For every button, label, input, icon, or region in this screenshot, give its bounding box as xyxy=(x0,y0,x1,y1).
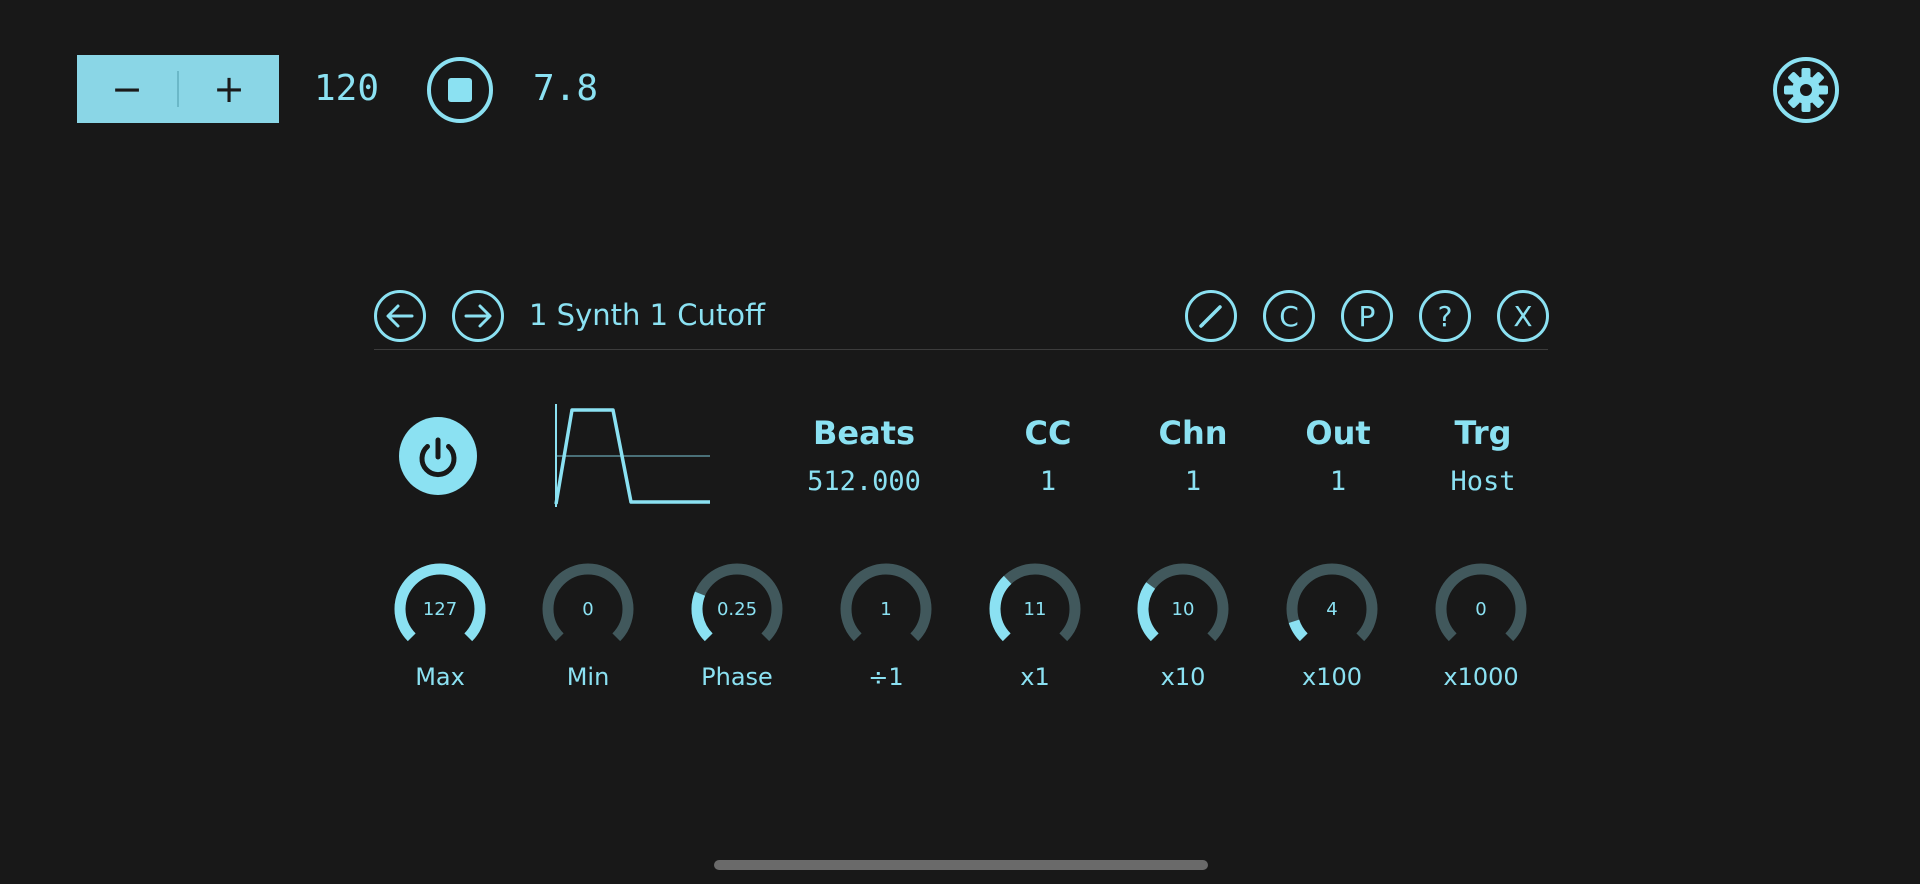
knob-label: ÷1 xyxy=(868,663,904,691)
power-toggle[interactable] xyxy=(398,416,478,496)
tempo-decrement-button[interactable]: − xyxy=(77,55,177,123)
arrow-right-icon xyxy=(452,290,504,342)
waveform-display[interactable] xyxy=(550,400,714,510)
stop-icon xyxy=(427,57,493,123)
knob-8[interactable]: 0 xyxy=(1433,561,1529,657)
knob-2[interactable]: 0 xyxy=(540,561,636,657)
knob-7[interactable]: 4 xyxy=(1284,561,1380,657)
param-beats-label: Beats xyxy=(812,414,916,452)
knob-6[interactable]: 10 xyxy=(1135,561,1231,657)
svg-text:P: P xyxy=(1359,300,1376,333)
knob-dial xyxy=(394,563,486,642)
knob-dial xyxy=(840,563,932,642)
header-divider xyxy=(374,349,1548,350)
tempo-stepper[interactable]: − + xyxy=(77,55,279,123)
knob-label: Phase xyxy=(701,663,773,691)
next-button[interactable] xyxy=(451,289,505,343)
svg-text:?: ? xyxy=(1438,300,1453,333)
param-chn-label: Chn xyxy=(1158,414,1228,452)
svg-text:C: C xyxy=(1279,300,1299,333)
paste-button[interactable]: P xyxy=(1340,289,1394,343)
arrow-left-icon xyxy=(374,290,426,342)
stop-button[interactable] xyxy=(426,56,494,124)
param-chn-value[interactable]: 1 xyxy=(1185,466,1201,497)
knob-label: x100 xyxy=(1301,663,1363,691)
knob-dial xyxy=(1137,563,1229,642)
param-trg-label: Trg xyxy=(1454,414,1512,452)
tempo-value: 120 xyxy=(314,68,380,109)
knob-dial xyxy=(1435,563,1527,642)
knob-dial xyxy=(989,563,1081,642)
knob-label: x1000 xyxy=(1443,663,1519,691)
knob-1[interactable]: 127 xyxy=(392,561,488,657)
c-icon: C xyxy=(1263,290,1315,342)
knob-dial xyxy=(691,563,783,642)
param-beats-value[interactable]: 512.000 xyxy=(807,466,921,497)
edit-button[interactable] xyxy=(1184,289,1238,343)
knob-label: Max xyxy=(415,663,465,691)
param-cc-value[interactable]: 1 xyxy=(1040,466,1056,497)
gear-icon xyxy=(1773,57,1839,123)
settings-button[interactable] xyxy=(1772,56,1840,124)
knob-3[interactable]: 0.25 xyxy=(689,561,785,657)
knob-dial xyxy=(542,563,634,642)
home-indicator xyxy=(714,860,1208,870)
knob-label: x10 xyxy=(1160,663,1206,691)
envelope-waveform xyxy=(554,404,710,507)
pencil-icon xyxy=(1185,290,1237,342)
knob-5[interactable]: 11 xyxy=(987,561,1083,657)
power-icon xyxy=(399,417,477,495)
x-icon: X xyxy=(1497,290,1549,342)
svg-text:X: X xyxy=(1513,300,1532,333)
param-out-value[interactable]: 1 xyxy=(1330,466,1346,497)
p-icon: P xyxy=(1341,290,1393,342)
playhead-position: 7.8 xyxy=(533,68,599,109)
knob-label: Min xyxy=(566,663,610,691)
tempo-increment-button[interactable]: + xyxy=(179,55,279,123)
question-icon: ? xyxy=(1419,290,1471,342)
param-trg-value[interactable]: Host xyxy=(1450,466,1515,497)
param-cc-label: CC xyxy=(1024,414,1072,452)
help-button[interactable]: ? xyxy=(1418,289,1472,343)
panel-title: 1 Synth 1 Cutoff xyxy=(529,298,765,332)
close-button[interactable]: X xyxy=(1496,289,1550,343)
copy-button[interactable]: C xyxy=(1262,289,1316,343)
previous-button[interactable] xyxy=(373,289,427,343)
knob-label: x1 xyxy=(1020,663,1050,691)
knob-4[interactable]: 1 xyxy=(838,561,934,657)
knob-dial xyxy=(1286,563,1378,642)
param-out-label: Out xyxy=(1305,414,1371,452)
